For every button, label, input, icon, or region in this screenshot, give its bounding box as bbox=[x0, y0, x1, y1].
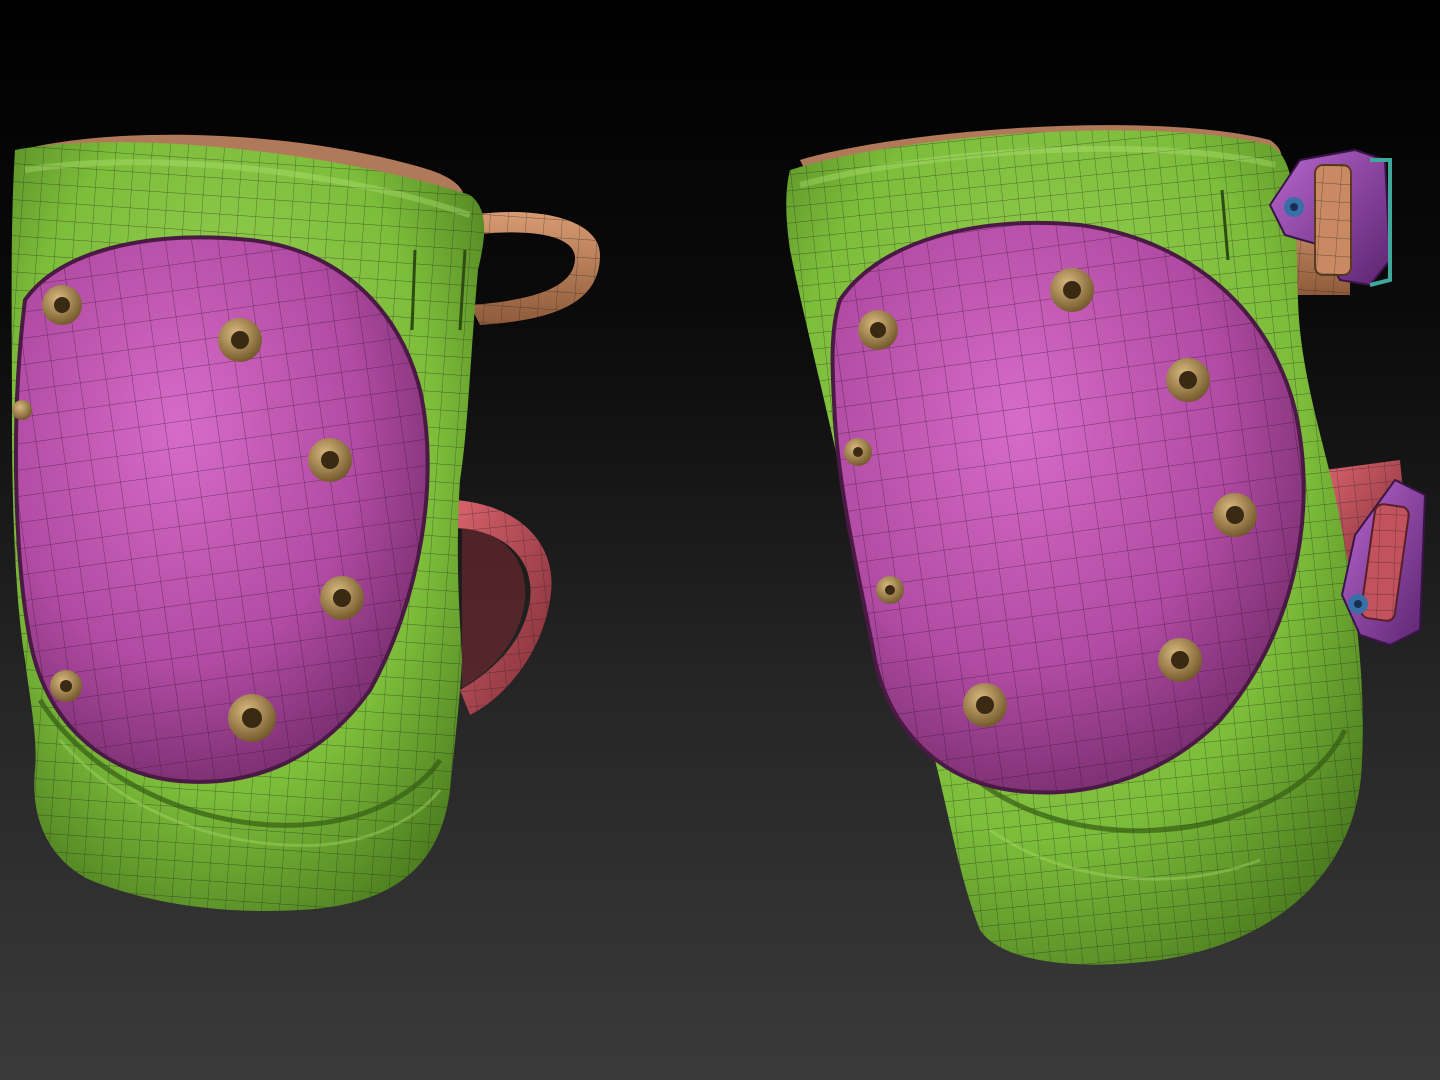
grommet-icon bbox=[12, 400, 32, 420]
grommet-icon bbox=[963, 683, 1007, 727]
grommet-icon bbox=[42, 285, 82, 325]
upper-strap-left bbox=[470, 211, 600, 325]
zbrush-viewport[interactable] bbox=[0, 0, 1440, 1080]
knee-pad-right[interactable] bbox=[786, 125, 1427, 965]
grommet-icon bbox=[858, 310, 898, 350]
render-canvas bbox=[11, 125, 1427, 965]
grommet-icon bbox=[228, 694, 276, 742]
lower-strap-left bbox=[455, 500, 552, 715]
grommet-icon bbox=[1166, 358, 1210, 402]
grommet-icon bbox=[1158, 638, 1202, 682]
grommet-icon bbox=[876, 576, 904, 604]
grommet-icon bbox=[308, 438, 352, 482]
grommet-icon bbox=[320, 576, 364, 620]
knee-pad-left[interactable] bbox=[11, 134, 600, 911]
grommet-icon bbox=[50, 670, 82, 702]
grommet-icon bbox=[1050, 268, 1094, 312]
grommet-icon bbox=[1213, 493, 1257, 537]
grommet-icon bbox=[218, 318, 262, 362]
grommet-icon bbox=[844, 438, 872, 466]
